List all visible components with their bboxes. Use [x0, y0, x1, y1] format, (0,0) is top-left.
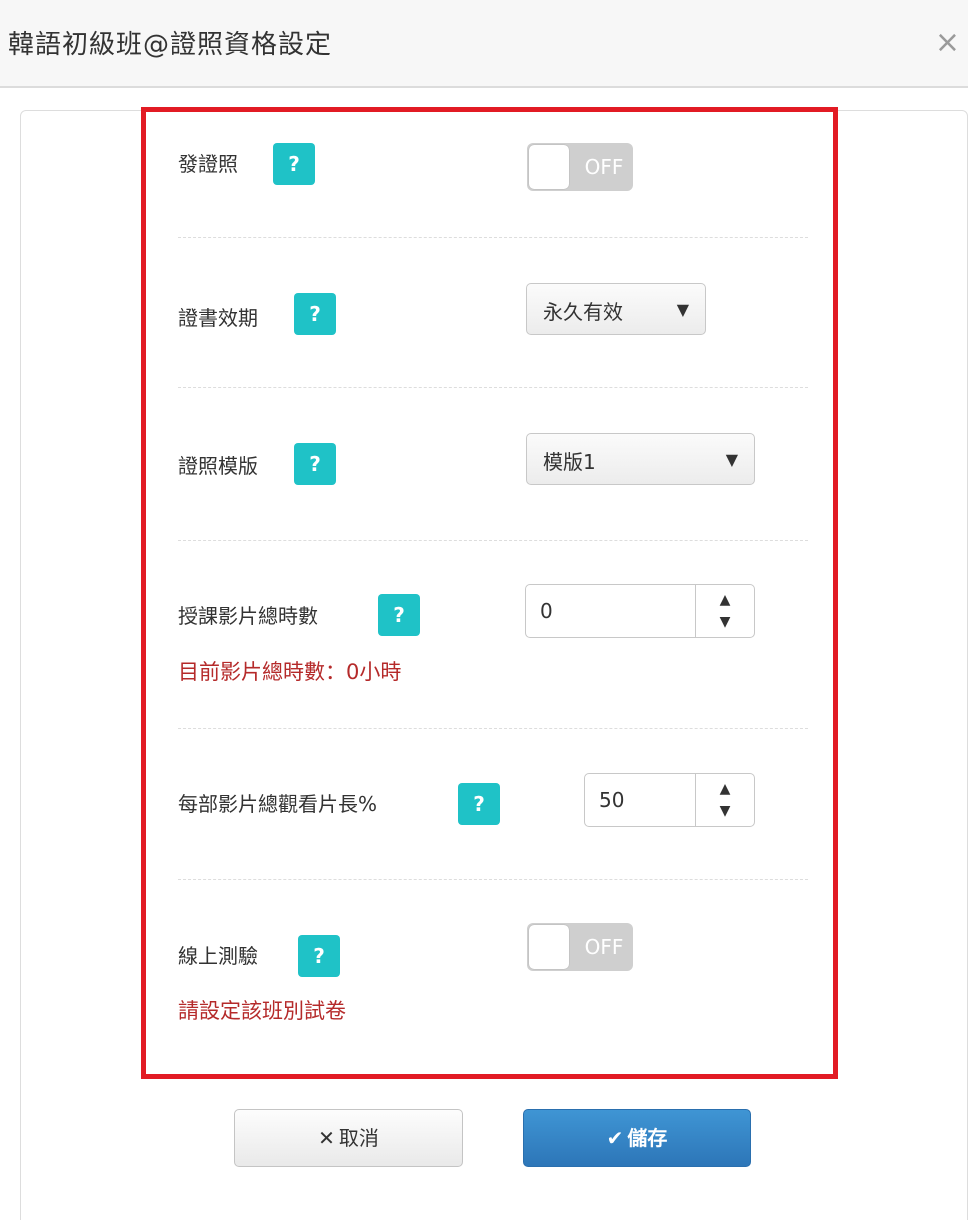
- divider: [178, 387, 808, 388]
- certificate-label: 發證照: [178, 152, 238, 176]
- validity-label: 證書效期: [178, 306, 258, 330]
- save-button[interactable]: ✔ 儲存: [523, 1109, 751, 1167]
- decrement-arrow-icon[interactable]: ▼: [696, 798, 754, 824]
- close-icon[interactable]: ×: [935, 28, 960, 58]
- stepper-buttons: ▲ ▼: [695, 585, 754, 637]
- total-hours-stepper: ▲ ▼: [525, 584, 755, 638]
- watch-percent-input[interactable]: [585, 774, 696, 826]
- divider: [178, 540, 808, 541]
- validity-selected-value: 永久有效: [543, 300, 623, 324]
- online-test-help-button[interactable]: ?: [298, 935, 340, 977]
- close-icon: ✕: [318, 1126, 335, 1150]
- certificate-toggle[interactable]: OFF: [527, 143, 633, 191]
- online-test-toggle[interactable]: OFF: [527, 923, 633, 971]
- template-help-button[interactable]: ?: [294, 443, 336, 485]
- total-hours-input[interactable]: [526, 585, 696, 637]
- total-hours-help-button[interactable]: ?: [378, 594, 420, 636]
- toggle-state-text: OFF: [584, 155, 624, 179]
- stepper-buttons: ▲ ▼: [695, 774, 754, 826]
- template-select[interactable]: 模版1 ▼: [526, 433, 755, 485]
- cancel-button-label: 取消: [338, 1126, 379, 1150]
- certificate-settings-modal: 韓語初級班@證照資格設定 × 發證照 ? OFF 證書效期 ? 永久有效 ▼ 證…: [0, 0, 968, 1220]
- toggle-knob: [529, 925, 569, 969]
- total-hours-label: 授課影片總時數: [178, 604, 318, 628]
- save-button-label: 儲存: [627, 1126, 668, 1150]
- total-hours-hint: 目前影片總時數：0小時: [178, 660, 402, 684]
- cancel-button[interactable]: ✕ 取消: [234, 1109, 463, 1167]
- toggle-knob: [529, 145, 569, 189]
- chevron-down-icon: ▼: [725, 450, 738, 469]
- online-test-label: 線上測驗: [178, 944, 258, 968]
- decrement-arrow-icon[interactable]: ▼: [696, 609, 754, 635]
- validity-help-button[interactable]: ?: [294, 293, 336, 335]
- watch-percent-label: 每部影片總觀看片長%: [178, 792, 378, 816]
- watch-percent-help-button[interactable]: ?: [458, 783, 500, 825]
- modal-header: 韓語初級班@證照資格設定 ×: [0, 0, 968, 88]
- modal-title: 韓語初級班@證照資格設定: [8, 30, 333, 60]
- watch-percent-stepper: ▲ ▼: [584, 773, 755, 827]
- checkmark-icon: ✔: [606, 1126, 624, 1150]
- template-label: 證照模版: [178, 454, 258, 478]
- online-test-hint: 請設定該班別試卷: [178, 999, 346, 1023]
- certificate-help-button[interactable]: ?: [273, 143, 315, 185]
- template-selected-value: 模版1: [543, 450, 596, 474]
- chevron-down-icon: ▼: [676, 300, 689, 319]
- toggle-state-text: OFF: [584, 935, 624, 959]
- divider: [178, 728, 808, 729]
- divider: [178, 879, 808, 880]
- validity-select[interactable]: 永久有效 ▼: [526, 283, 706, 335]
- divider: [178, 237, 808, 238]
